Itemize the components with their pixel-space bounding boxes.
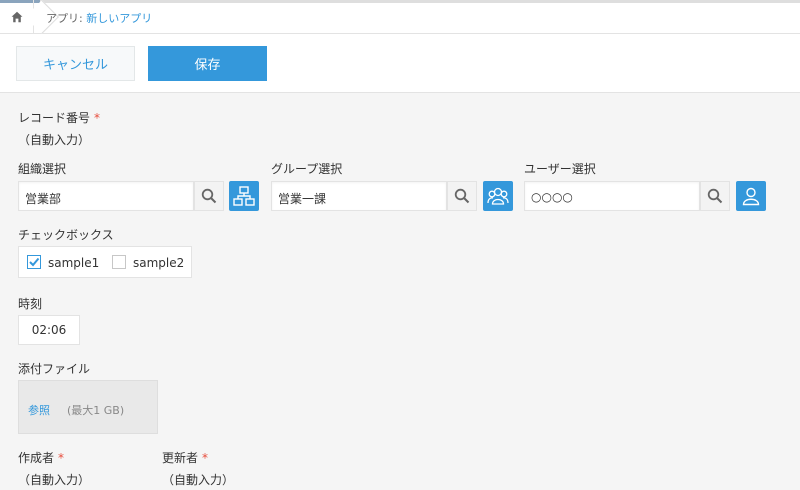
user-search-button[interactable] bbox=[700, 181, 730, 211]
checkbox-group: sample1 sample2 bbox=[18, 246, 192, 278]
updater-label: 更新者 * bbox=[162, 451, 209, 465]
search-icon bbox=[454, 188, 470, 204]
group-picker-button[interactable] bbox=[483, 181, 513, 211]
creator-value: （自動入力） bbox=[18, 473, 91, 487]
browse-link[interactable]: 参照 bbox=[28, 402, 50, 418]
org-select-label: 組織選択 bbox=[18, 162, 67, 176]
breadcrumb-item: アプリ: 新しいアプリ bbox=[46, 10, 152, 26]
record-number-value: （自動入力） bbox=[18, 133, 91, 147]
save-button[interactable]: 保存 bbox=[148, 46, 267, 81]
record-number-label: レコード番号 * bbox=[18, 111, 101, 125]
required-mark: * bbox=[202, 451, 209, 465]
action-toolbar: キャンセル 保存 bbox=[0, 34, 800, 93]
group-select-input[interactable]: 営業一課 bbox=[271, 181, 447, 211]
search-icon bbox=[201, 188, 217, 204]
user-picker-button[interactable] bbox=[736, 181, 766, 211]
checkbox-label-sample1[interactable]: sample1 bbox=[48, 256, 99, 270]
creator-label: 作成者 * bbox=[18, 451, 65, 465]
org-chart-icon bbox=[233, 186, 255, 206]
breadcrumb-bar: アプリ: 新しいアプリ bbox=[0, 0, 800, 34]
search-icon bbox=[707, 188, 723, 204]
required-mark: * bbox=[58, 451, 65, 465]
updater-value: （自動入力） bbox=[162, 473, 235, 487]
org-select-input[interactable]: 営業部 bbox=[18, 181, 194, 211]
attachment-label: 添付ファイル bbox=[18, 362, 91, 376]
time-input[interactable]: 02:06 bbox=[18, 315, 80, 345]
org-search-button[interactable] bbox=[194, 181, 224, 211]
checkbox-sample1[interactable] bbox=[27, 255, 41, 269]
top-divider bbox=[0, 0, 800, 3]
group-search-button[interactable] bbox=[447, 181, 477, 211]
user-select-label: ユーザー選択 bbox=[524, 162, 596, 176]
cancel-button[interactable]: キャンセル bbox=[16, 46, 135, 81]
user-select-input[interactable]: ○○○○ bbox=[524, 181, 700, 211]
checkbox-sample2[interactable] bbox=[112, 255, 126, 269]
checkbox-label-sample2[interactable]: sample2 bbox=[133, 256, 184, 270]
required-mark: * bbox=[94, 111, 101, 125]
group-select-label: グループ選択 bbox=[271, 162, 343, 176]
group-icon bbox=[487, 187, 509, 205]
check-icon bbox=[29, 257, 40, 267]
time-label: 時刻 bbox=[18, 297, 43, 311]
attachment-dropzone[interactable]: 参照 (最大1 GB) bbox=[18, 380, 158, 434]
checkbox-field-label: チェックボックス bbox=[18, 228, 114, 242]
user-icon bbox=[742, 187, 760, 206]
app-link[interactable]: 新しいアプリ bbox=[86, 12, 152, 25]
breadcrumb-prefix: アプリ: bbox=[46, 12, 87, 25]
org-picker-button[interactable] bbox=[229, 181, 259, 211]
home-icon bbox=[11, 11, 22, 23]
file-size-limit: (最大1 GB) bbox=[67, 404, 125, 417]
